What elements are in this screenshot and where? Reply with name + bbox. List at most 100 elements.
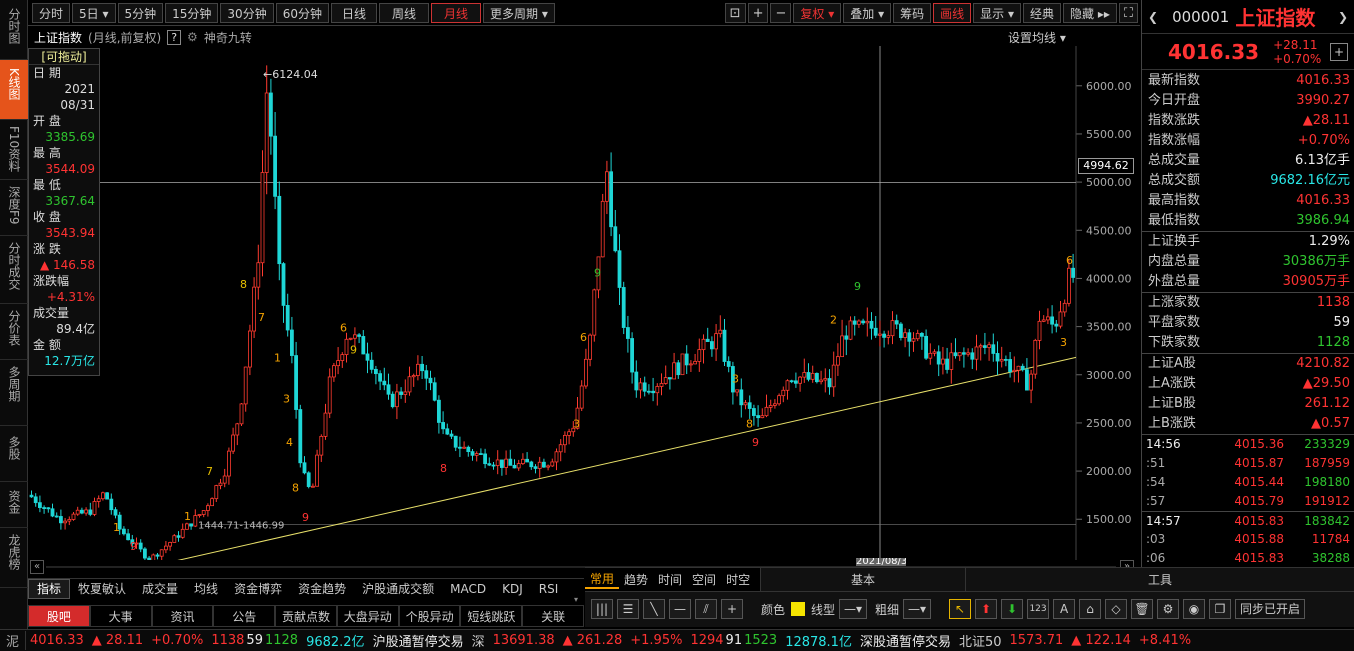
yincang-button[interactable]: 隐藏 ▸▸ <box>1063 2 1117 23</box>
draw-tab[interactable]: 时空 <box>721 571 755 588</box>
period-button-5day[interactable]: 5日 ▾ <box>72 2 116 23</box>
zoom-in-icon[interactable]: + <box>747 2 769 23</box>
candle-body <box>529 461 534 468</box>
period-button-month[interactable]: 月线 <box>431 2 482 23</box>
indicator-tab[interactable]: 牧夏敏认 <box>70 580 134 598</box>
draw-horizontal-lines-icon[interactable]: ☰ <box>617 599 639 619</box>
draw-vertical-lines-icon[interactable]: ||| <box>591 599 613 619</box>
width-select[interactable]: —▾ <box>903 599 932 619</box>
period-button-week[interactable]: 周线 <box>379 2 430 23</box>
indicator-tab[interactable]: 沪股通成交额 <box>354 580 442 598</box>
color-swatch[interactable] <box>791 602 806 616</box>
period-button-day[interactable]: 日线 <box>330 2 377 23</box>
draw-tab[interactable]: 常用 <box>585 570 620 589</box>
indicator-tab[interactable]: 均线 <box>186 580 226 598</box>
add-watchlist-icon[interactable]: + <box>1330 42 1348 61</box>
indicator-name[interactable]: 神奇九转 <box>204 29 252 46</box>
news-tab[interactable]: 个股异动 <box>398 605 461 627</box>
eye-icon[interactable]: ◉ <box>1183 599 1206 619</box>
candle-body <box>403 391 408 395</box>
indicator-tab[interactable]: 资金博弈 <box>226 580 290 598</box>
huaxian-button[interactable]: 画线 <box>933 2 972 23</box>
status-tab-icon[interactable]: 泥 <box>0 631 26 650</box>
news-tab[interactable]: 大事 <box>89 605 152 627</box>
jingdian-button[interactable]: 经典 <box>1022 2 1061 23</box>
gear-icon[interactable]: ⚙ <box>187 30 198 44</box>
diejia-button[interactable]: 叠加 ▾ <box>843 2 892 23</box>
period-button-5min[interactable]: 5分钟 <box>117 2 164 23</box>
news-tab[interactable]: 短线跳跃 <box>460 605 523 627</box>
sidebar-item-multi-stock[interactable]: 多股 <box>0 426 28 482</box>
sync-button[interactable]: 同步已开启 <box>1235 599 1306 619</box>
news-tab[interactable]: 大盘异动 <box>336 605 399 627</box>
indicator-tab[interactable]: RSI <box>531 580 567 598</box>
settings-icon[interactable]: ⚙ <box>1157 599 1180 619</box>
xianshi-button[interactable]: 显示 ▾ <box>973 2 1021 23</box>
sidebar-item-fenshi-chengjiao[interactable]: 分时成交 <box>0 236 28 304</box>
sidebar-item-longhu[interactable]: 龙虎榜 <box>0 528 28 588</box>
draw-hline-icon[interactable]: — <box>669 599 691 619</box>
pointer-icon[interactable]: ↖ <box>949 599 972 619</box>
indicator-tab[interactable]: 资金趋势 <box>290 580 354 598</box>
sz-price[interactable]: 13691.38 <box>493 633 555 648</box>
draw-tab[interactable]: 时间 <box>653 571 687 588</box>
candle-body <box>726 361 731 367</box>
news-tab[interactable]: 资讯 <box>151 605 214 627</box>
draw-cross-icon[interactable]: + <box>721 599 743 619</box>
more-periods-button[interactable]: 更多周期 ▾ <box>483 2 555 23</box>
ohlc-data-panel[interactable]: [可拖动] 日 期 2021 08/31 开 盘 3385.69 最 高 354… <box>28 48 100 376</box>
sh-price[interactable]: 4016.33 <box>30 633 84 648</box>
news-tab[interactable]: 股吧 <box>28 605 90 627</box>
up-arrow-icon[interactable]: ⬆ <box>975 599 998 619</box>
tag-icon[interactable]: ⌂ <box>1079 599 1102 619</box>
fullscreen-icon[interactable]: ⛶ <box>1118 2 1138 23</box>
sidebar-item-kline[interactable]: K线图 <box>0 60 28 120</box>
news-tab[interactable]: 贡献点数 <box>275 605 337 627</box>
news-tab[interactable]: 关联 <box>522 605 585 627</box>
indicator-tab[interactable]: MACD <box>442 580 494 598</box>
period-button-15min[interactable]: 15分钟 <box>165 2 219 23</box>
scroll-left-icon[interactable]: « <box>30 560 44 574</box>
linetype-select[interactable]: —▾ <box>839 599 868 619</box>
sidebar-item-multi-period[interactable]: 多周期 <box>0 360 28 426</box>
copy-icon[interactable]: ❐ <box>1209 599 1232 619</box>
draw-parallel-icon[interactable]: ⫽ <box>695 599 717 619</box>
y-axis-label: 1500.00 <box>1086 513 1132 526</box>
sidebar-item-fenjia[interactable]: 分价表 <box>0 304 28 360</box>
prev-stock-icon[interactable]: ❮ <box>1148 10 1158 24</box>
sidebar-item-fund[interactable]: 资金 <box>0 482 28 528</box>
trash-icon[interactable]: 🗑 <box>1131 599 1154 619</box>
sequence-number: 6 <box>1066 254 1073 267</box>
draw-tab[interactable]: 趋势 <box>619 571 653 588</box>
text-icon[interactable]: A <box>1053 599 1076 619</box>
draw-tab[interactable]: 空间 <box>687 571 721 588</box>
zoom-out-icon[interactable]: − <box>770 2 792 23</box>
fuquan-label: 复权 <box>800 6 825 21</box>
next-stock-icon[interactable]: ❯ <box>1338 10 1348 24</box>
more-periods-label: 更多周期 <box>490 6 539 21</box>
down-arrow-icon[interactable]: ⬇ <box>1001 599 1024 619</box>
period-button-60min[interactable]: 60分钟 <box>275 2 329 23</box>
indicator-tab[interactable]: 指标 <box>28 578 71 599</box>
sidebar-item-fenshi[interactable]: 分时图 <box>0 0 28 60</box>
draw-segment-icon[interactable]: ╲ <box>643 599 665 619</box>
indicator-tab[interactable]: 成交量 <box>134 580 186 598</box>
collapse-tab-icon[interactable]: ▾ <box>568 596 584 604</box>
sidebar-item-f10[interactable]: F10资料 <box>0 120 28 180</box>
help-icon[interactable]: ? <box>167 29 182 45</box>
bj-price[interactable]: 1573.71 <box>1010 633 1064 648</box>
news-tab[interactable]: 公告 <box>213 605 276 627</box>
number-icon[interactable]: 123 <box>1027 599 1050 619</box>
period-button-fenshi[interactable]: 分时 <box>32 2 71 23</box>
candle-body <box>201 510 206 515</box>
candle-body <box>873 327 878 336</box>
kline-chart[interactable]: 6000.00 5500.00 5000.00 4500.00 4000.00 3500.… <box>28 46 1140 560</box>
sidebar-item-depth[interactable]: 深度F9 <box>0 180 28 236</box>
lock-icon[interactable]: ⊡ <box>724 2 746 23</box>
indicator-tab[interactable]: KDJ <box>494 580 531 598</box>
period-button-30min[interactable]: 30分钟 <box>220 2 274 23</box>
eraser-icon[interactable]: ◇ <box>1105 599 1128 619</box>
chouma-button[interactable]: 筹码 <box>893 2 932 23</box>
ma-setting-button[interactable]: 设置均线 ▾ <box>1008 29 1066 46</box>
fuquan-button[interactable]: 复权 ▾ <box>793 2 842 23</box>
